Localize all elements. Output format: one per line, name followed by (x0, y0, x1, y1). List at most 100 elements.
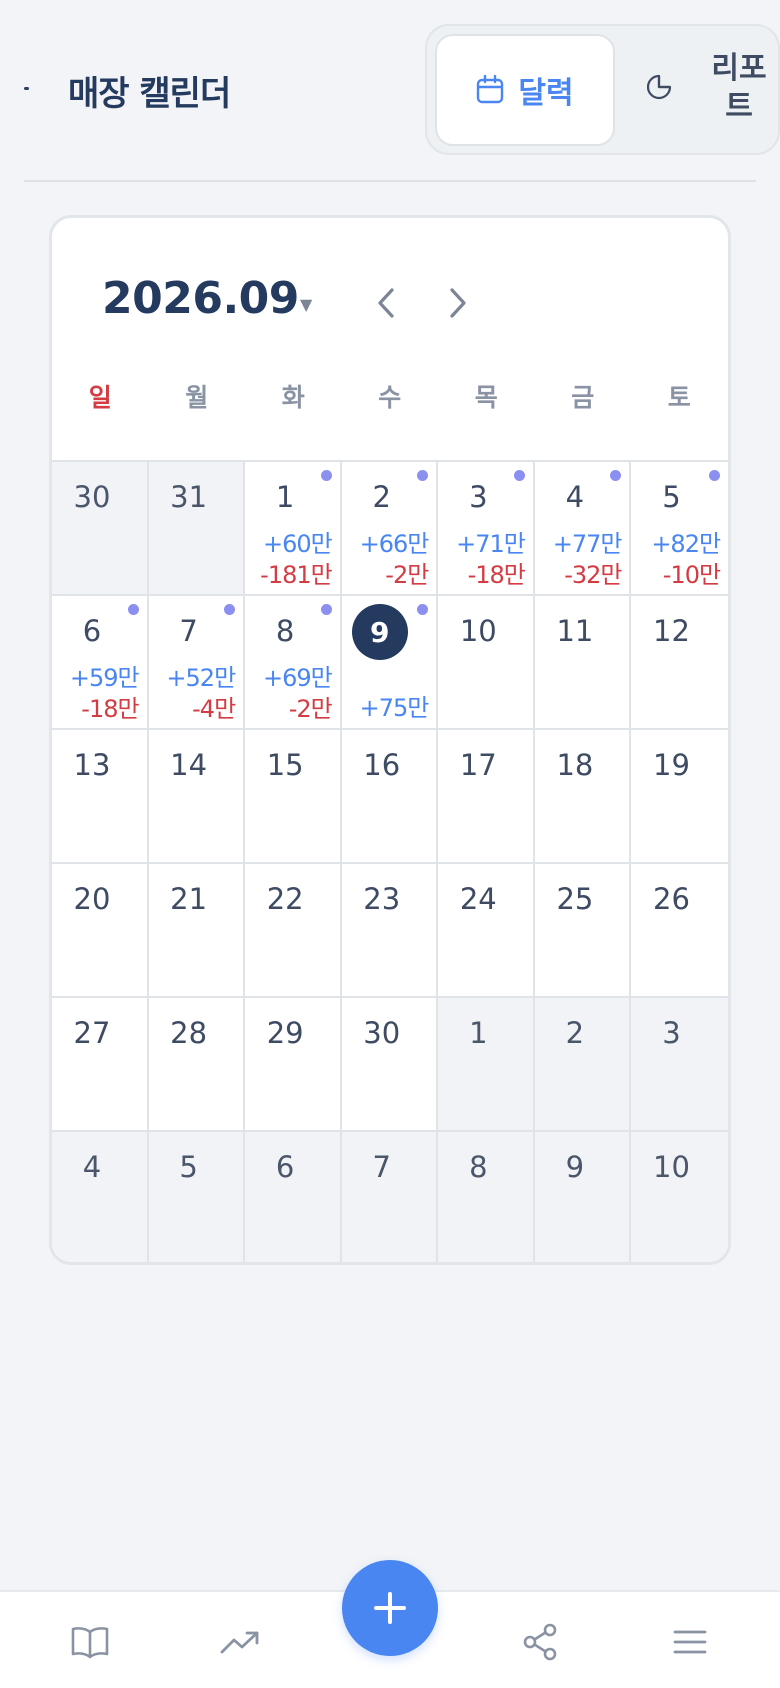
today-indicator: 9 (351, 604, 408, 660)
day-number: 30 (363, 1016, 401, 1050)
calendar-day-cell[interactable]: 7 (341, 1132, 439, 1262)
nav-book-button[interactable] (60, 1617, 120, 1667)
toggle-calendar-button[interactable]: 달력 (435, 34, 615, 146)
nav-share-button[interactable] (510, 1617, 570, 1667)
nav-menu-button[interactable] (660, 1617, 720, 1667)
calendar-day-cell[interactable]: 15 (245, 730, 342, 862)
income-amount: +59만 (69, 664, 140, 692)
calendar-day-cell[interactable]: 9 +75만 (342, 596, 439, 728)
day-number: 28 (170, 1016, 208, 1050)
calendar-day-cell[interactable]: 18 (535, 730, 632, 862)
weekday-label: 목 (474, 383, 498, 412)
calendar-day-cell[interactable]: 2 (534, 998, 632, 1130)
trending-icon (220, 1631, 259, 1654)
header: 매장 캘린더 달력 리포트 (0, 0, 780, 180)
calendar-day-cell[interactable]: 3 +71만 -18만 (438, 462, 535, 594)
calendar-day-cell[interactable]: 1 (438, 998, 535, 1130)
calendar-day-cell[interactable]: 6 (245, 1132, 342, 1262)
day-number: 10 (653, 1150, 690, 1184)
income-amount: +52만 (166, 664, 236, 692)
expense-amount: -32만 (564, 561, 622, 589)
calendar-day-cell[interactable]: 23 (342, 864, 439, 996)
view-toggle: 달력 리포트 (425, 24, 780, 155)
header-dot (24, 87, 29, 90)
calendar-day-cell[interactable]: 16 (342, 730, 439, 862)
day-number: 30 (73, 480, 111, 514)
calendar-day-cell[interactable]: 19 (631, 730, 728, 862)
calendar-icon (477, 75, 504, 104)
weekday-label: 금 (571, 383, 595, 412)
calendar-day-cell[interactable]: 30 (52, 462, 149, 594)
calendar-day-cell[interactable]: 4 (52, 1132, 149, 1262)
calendar-day-cell[interactable]: 11 (535, 596, 632, 728)
day-number: 7 (372, 1150, 391, 1184)
calendar-day-cell[interactable]: 29 (245, 998, 342, 1130)
calendar-day-cell[interactable]: 8 (438, 1132, 535, 1262)
entry-marker-dot (417, 470, 429, 481)
share-icon (523, 1623, 557, 1661)
calendar-day-cell[interactable]: 5 +82만 -10만 (631, 462, 728, 594)
entry-marker-dot (513, 470, 525, 481)
plus-icon (374, 1592, 406, 1624)
day-number: 19 (653, 748, 690, 782)
header-divider (24, 180, 756, 182)
calendar-day-cell[interactable]: 26 (631, 864, 728, 996)
calendar-day-cell[interactable]: 25 (535, 864, 632, 996)
calendar-day-cell[interactable]: 14 (149, 730, 246, 862)
income-amount: +71만 (456, 530, 526, 558)
calendar-day-cell[interactable]: 20 (52, 864, 149, 996)
calendar-day-cell[interactable]: 2 +66만 -2만 (342, 462, 439, 594)
day-number: 6 (275, 1150, 295, 1184)
day-number: 22 (266, 882, 304, 916)
page-title: 매장 캘린더 (68, 74, 231, 114)
calendar-day-cell[interactable]: 28 (149, 998, 246, 1130)
calendar-day-cell[interactable]: 8 +69만 -2만 (245, 596, 342, 728)
calendar-day-cell[interactable]: 1 +60만 -181만 (245, 462, 342, 594)
calendar-week-row: 13 14 15 16 17 18 19 (52, 730, 728, 864)
calendar-day-cell[interactable]: 31 (148, 462, 246, 594)
calendar-day-cell[interactable]: 21 (149, 864, 246, 996)
day-number: 11 (556, 614, 594, 648)
nav-trend-button[interactable] (210, 1617, 270, 1667)
calendar-day-cell[interactable]: 17 (438, 730, 535, 862)
calendar-day-cell[interactable]: 6 +59만 -18만 (52, 596, 149, 728)
calendar-day-cell[interactable]: 22 (245, 864, 342, 996)
next-month-button[interactable] (437, 278, 477, 328)
day-number: 3 (662, 1016, 681, 1050)
month-dropdown-icon[interactable]: ▼ (300, 295, 312, 314)
calendar-day-cell[interactable]: 27 (52, 998, 149, 1130)
weekday-label: 수 (378, 383, 402, 412)
day-number: 13 (73, 748, 111, 782)
calendar-grid: 30 31 1 +60만 -181만 2 +66만 -2만 3 +71만 -18만 4 +77만 -32만… (52, 460, 728, 1262)
calendar-day-cell[interactable]: 7 +52만 -4만 (149, 596, 246, 728)
calendar-day-cell[interactable]: 10 (631, 1132, 728, 1262)
calendar-day-cell[interactable]: 4 +77만 -32만 (535, 462, 632, 594)
day-number: 26 (653, 882, 690, 916)
day-number: 5 (179, 1150, 198, 1184)
calendar-day-cell[interactable]: 5 (148, 1132, 246, 1262)
calendar-day-cell[interactable]: 24 (438, 864, 535, 996)
day-number: 24 (459, 882, 497, 916)
app-screen: 매장 캘린더 달력 리포트 2026.09 ▼ 일 월 화 수 목 금 토 30… (0, 0, 780, 1688)
calendar-day-cell[interactable]: 3 (631, 998, 728, 1130)
entry-marker-dot (224, 604, 236, 615)
toggle-calendar-label: 달력 (518, 76, 574, 111)
menu-icon (673, 1630, 707, 1654)
day-number: 16 (363, 748, 401, 782)
day-number: 25 (556, 882, 594, 916)
day-number: 7 (179, 614, 198, 648)
prev-month-button[interactable] (367, 278, 407, 328)
expense-amount: -2만 (288, 695, 333, 723)
income-amount: +66만 (359, 530, 430, 558)
calendar-day-cell[interactable]: 13 (52, 730, 149, 862)
book-icon (71, 1627, 109, 1659)
calendar-day-cell[interactable]: 9 (534, 1132, 632, 1262)
calendar-day-cell[interactable]: 30 (342, 998, 439, 1130)
expense-amount: -18만 (81, 695, 139, 723)
month-label[interactable]: 2026.09 (102, 273, 299, 324)
calendar-day-cell[interactable]: 10 (438, 596, 535, 728)
add-entry-button[interactable] (342, 1560, 438, 1656)
income-amount: +69만 (263, 664, 333, 692)
calendar-day-cell[interactable]: 12 (631, 596, 728, 728)
day-number: 29 (266, 1016, 304, 1050)
